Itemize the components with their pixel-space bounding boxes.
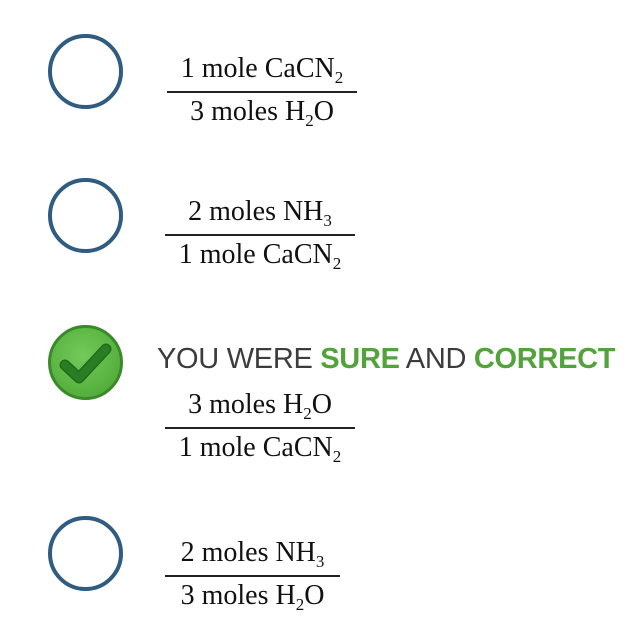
feedback-correct: CORRECT [473, 343, 616, 375]
feedback-sure: SURE [320, 343, 400, 375]
radio-button-option-2[interactable] [48, 178, 123, 253]
fraction-option-4: 2 moles NH3 3 moles H2O [165, 534, 340, 618]
radio-button-option-4[interactable] [48, 516, 123, 591]
numerator: 2 moles NH3 [188, 196, 332, 230]
fraction-option-3: 3 moles H2O 1 mole CaCN2 [165, 386, 355, 470]
denominator: 3 moles H2O [190, 96, 334, 130]
radio-button-option-1[interactable] [48, 34, 123, 109]
radio-button-option-3-correct[interactable] [48, 325, 123, 400]
numerator: 1 mole CaCN2 [180, 53, 344, 87]
fraction-option-1: 1 mole CaCN2 3 moles H2O [167, 50, 357, 134]
denominator: 1 mole CaCN2 [178, 432, 342, 466]
feedback-message: YOU WERE SURE AND CORRECT [157, 343, 616, 375]
fraction-option-2: 2 moles NH3 1 mole CaCN2 [165, 193, 355, 277]
denominator: 1 mole CaCN2 [178, 239, 342, 273]
numerator: 3 moles H2O [188, 389, 332, 423]
checkmark-icon [59, 343, 112, 384]
denominator: 3 moles H2O [180, 580, 325, 614]
numerator: 2 moles NH3 [180, 537, 325, 571]
